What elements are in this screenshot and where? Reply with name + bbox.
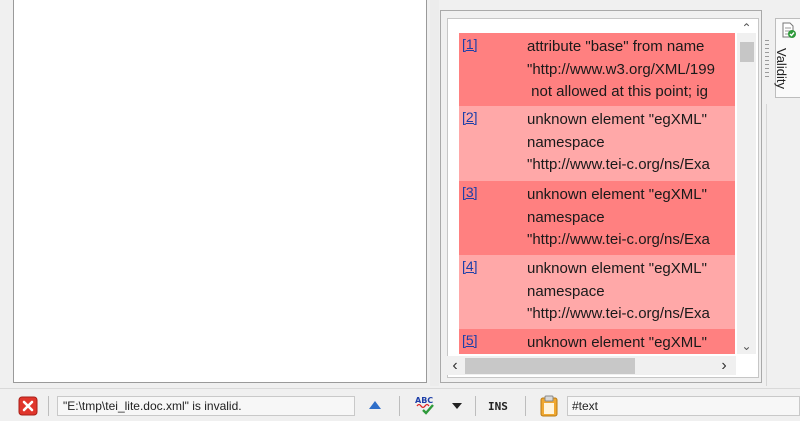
scroll-up-icon[interactable]: ⌃ [737,21,756,35]
drag-grip-icon[interactable] [765,40,769,80]
pane-splitter[interactable] [430,0,439,386]
message-number-link[interactable]: [3] [462,184,478,200]
message-number-link[interactable]: [2] [462,109,478,125]
message-text: unknown element "egXML" namespace "http:… [527,111,710,173]
horizontal-scroll-thumb[interactable] [465,358,635,374]
node-path-field: #text [567,396,800,416]
scroll-right-icon[interactable]: › [715,356,733,375]
message-text: unknown element "egXML" [527,334,707,351]
validity-message-row[interactable]: [2] unknown element "egXML" namespace "h… [459,106,735,181]
validity-message-row[interactable]: [5] unknown element "egXML" [459,329,735,354]
message-text: attribute "base" from name "http://www.w… [527,38,715,100]
message-text: unknown element "egXML" namespace "http:… [527,260,710,322]
message-number-link[interactable]: [5] [462,332,478,348]
clipboard-icon[interactable] [540,395,558,417]
message-number-link[interactable]: [1] [462,36,478,52]
status-separator [525,396,526,416]
validity-message-row[interactable]: [1] attribute "base" from name "http://w… [459,33,735,106]
scroll-down-icon[interactable]: ⌄ [737,339,756,353]
spell-check-text: ABC [415,396,433,405]
dropdown-arrow-icon[interactable] [451,402,463,410]
validity-message-list[interactable]: [1] attribute "base" from name "http://w… [459,33,735,354]
vertical-scroll-thumb[interactable] [740,42,754,62]
scroll-left-icon[interactable]: ‹ [446,356,464,375]
insert-mode-indicator[interactable]: INS [488,400,508,413]
status-message: "E:\tmp\tei_lite.doc.xml" is invalid. [57,396,355,416]
validity-icon [782,22,796,38]
validity-message-row[interactable]: [3] unknown element "egXML" namespace "h… [459,181,735,255]
up-arrow-icon[interactable] [368,400,382,410]
tab-validity-label: Validity [774,48,789,89]
message-text: unknown element "egXML" namespace "http:… [527,186,710,248]
side-panel-area [766,104,800,386]
spell-check-icon[interactable]: ABC [414,394,438,416]
vertical-scrollbar[interactable] [737,33,756,354]
status-separator [399,396,400,416]
editor-area[interactable] [13,0,427,383]
validity-message-row[interactable]: [4] unknown element "egXML" namespace "h… [459,255,735,329]
error-icon[interactable] [18,396,38,416]
status-separator [48,396,49,416]
status-separator [475,396,476,416]
message-number-link[interactable]: [4] [462,258,478,274]
